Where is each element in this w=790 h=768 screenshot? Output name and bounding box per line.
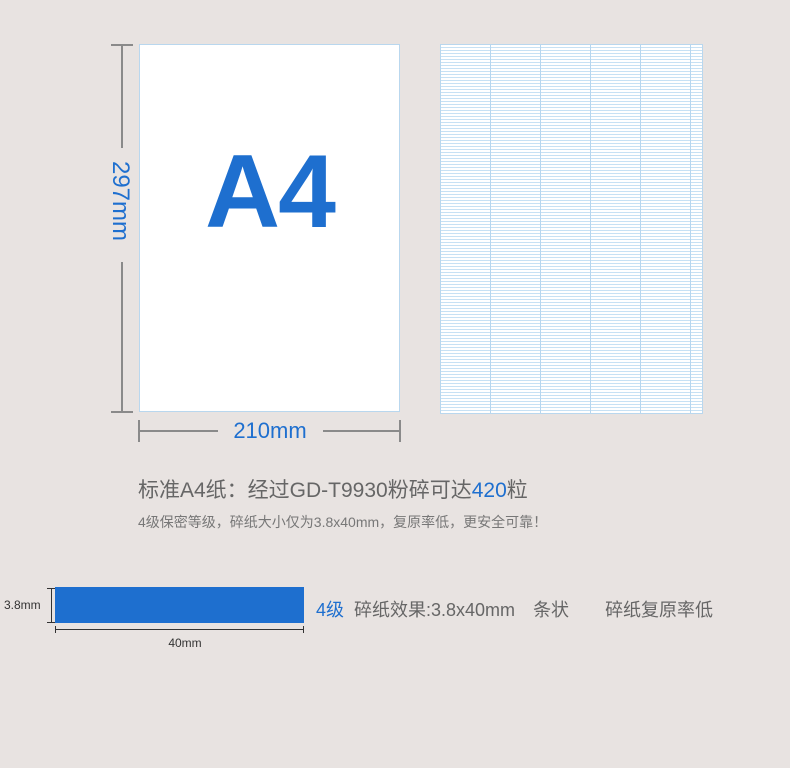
- width-dimension-label: 210mm: [233, 418, 307, 443]
- caption-main-suffix: 粒: [506, 479, 528, 502]
- security-level: 4级: [316, 600, 345, 620]
- height-dimension-label: 297mm: [100, 146, 140, 256]
- caption-main-prefix: 标准A4纸：经过GD-T9930粉碎可达: [138, 479, 472, 502]
- shred-strip-sample: [55, 587, 304, 623]
- strip-height-line: [51, 588, 52, 623]
- caption-main-count: 420: [471, 479, 507, 502]
- width-dimension-right-tick: [399, 420, 401, 442]
- height-dimension-line-upper: [121, 44, 123, 148]
- width-dimension-line-right: [323, 430, 401, 432]
- width-dimension-line-left: [138, 430, 218, 432]
- height-dimension-line-lower: [121, 262, 123, 412]
- strip-width-line: [55, 629, 304, 630]
- strip-height-label: 3.8mm: [4, 598, 41, 612]
- a4-label: A4: [205, 134, 336, 250]
- strip-width-left-tick: [55, 626, 56, 633]
- strip-width-right-tick: [303, 626, 304, 633]
- caption-main: 标准A4纸：经过GD-T9930粉碎可达420粒: [138, 474, 528, 504]
- shred-effect-line: 4级 碎纸效果:3.8x40mm 条状 碎纸复原率低: [316, 596, 713, 622]
- shred-effect-size: 碎纸效果:3.8x40mm: [354, 600, 516, 620]
- height-dimension-text: 297mm: [107, 160, 134, 242]
- shredded-paper-strips: [440, 44, 703, 414]
- strip-width-label: 40mm: [168, 636, 202, 650]
- shred-shape: 条状: [533, 600, 570, 620]
- caption-sub: 4级保密等级，碎纸大小仅为3.8x40mm，复原率低，更安全可靠！: [138, 514, 548, 530]
- height-dimension-bottom-tick: [111, 411, 133, 413]
- shred-recovery: 碎纸复原率低: [605, 600, 714, 620]
